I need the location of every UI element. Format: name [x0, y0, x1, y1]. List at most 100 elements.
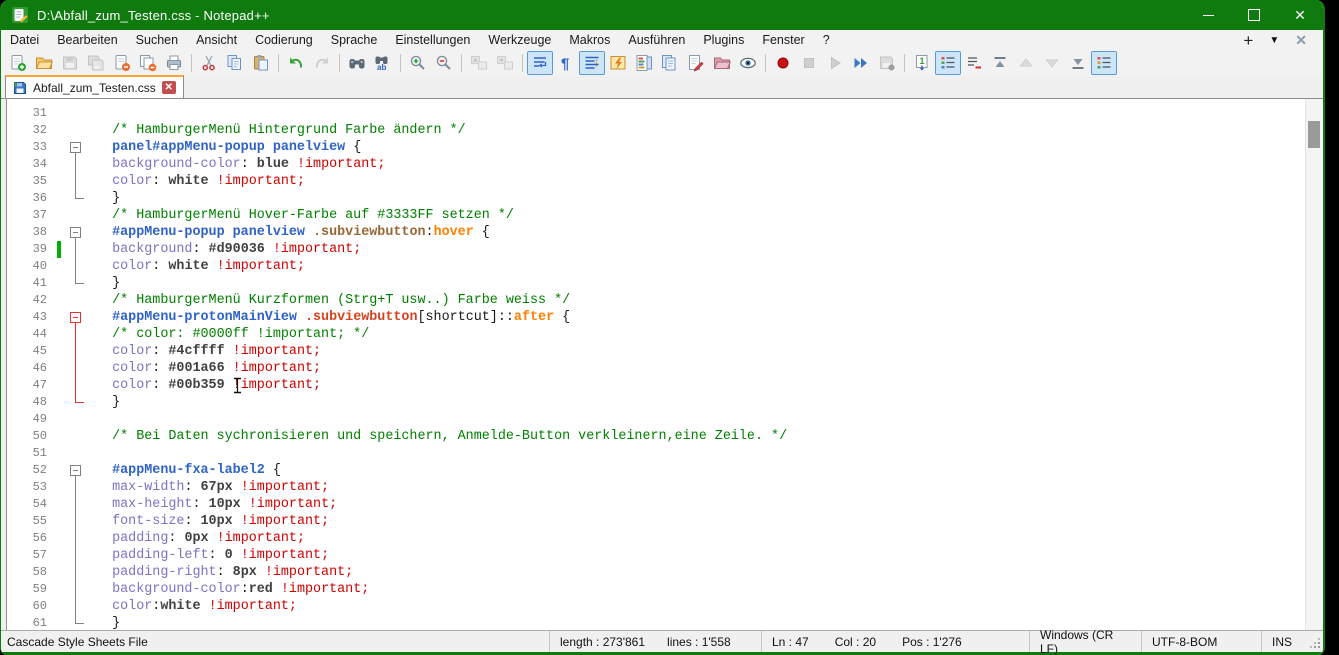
replace-button[interactable]: ab: [370, 51, 396, 75]
code-text[interactable]: max-height: 10px !important;: [88, 496, 1323, 513]
undo-button[interactable]: [283, 51, 309, 75]
code-line-40[interactable]: 40 color: white !important;: [7, 258, 1323, 275]
line-number[interactable]: 39: [7, 241, 54, 258]
code-line-31[interactable]: 31: [7, 105, 1323, 122]
code-text[interactable]: padding-right: 8px !important;: [88, 564, 1323, 581]
close-window-button[interactable]: ✕: [1277, 0, 1323, 30]
status-eol-format[interactable]: Windows (CR LF): [1029, 631, 1141, 652]
code-line-58[interactable]: 58 padding-right: 8px !important;: [7, 564, 1323, 581]
code-line-60[interactable]: 60 color:white !important;: [7, 598, 1323, 615]
code-text[interactable]: #appMenu-popup panelview .subviewbutton:…: [88, 224, 1323, 241]
line-number[interactable]: 60: [7, 598, 54, 615]
edit-page-button[interactable]: [683, 51, 709, 75]
code-line-32[interactable]: 32 /* HamburgerMenü Hintergrund Farbe än…: [7, 122, 1323, 139]
expand-all-button[interactable]: [1065, 51, 1091, 75]
code-text[interactable]: color: #00b359 !important;: [88, 377, 1323, 394]
indent-guide-button[interactable]: [579, 51, 605, 75]
zoom-in-button[interactable]: [405, 51, 431, 75]
line-number[interactable]: 35: [7, 173, 54, 190]
status-encoding[interactable]: UTF-8-BOM: [1141, 631, 1261, 652]
code-text[interactable]: }: [88, 394, 1323, 411]
code-line-61[interactable]: 61 }: [7, 615, 1323, 630]
collapse-all-button[interactable]: [987, 51, 1013, 75]
code-text[interactable]: [88, 445, 1323, 462]
line-number[interactable]: 50: [7, 428, 54, 445]
code-line-41[interactable]: 41 }: [7, 275, 1323, 292]
code-line-42[interactable]: 42 /* HamburgerMenü Kurzformen (Strg+T u…: [7, 292, 1323, 309]
line-number[interactable]: 49: [7, 411, 54, 428]
status-insert-mode[interactable]: INS: [1261, 631, 1303, 652]
code-line-34[interactable]: 34 background-color: blue !important;: [7, 156, 1323, 173]
code-text[interactable]: /* Bei Daten sychronisieren und speicher…: [88, 428, 1323, 445]
code-text[interactable]: background-color:red !important;: [88, 581, 1323, 598]
code-editor[interactable]: 3132 /* HamburgerMenü Hintergrund Farbe …: [6, 99, 1323, 630]
fold-collapse-box[interactable]: [70, 312, 81, 323]
minimize-button[interactable]: [1185, 0, 1231, 30]
code-line-49[interactable]: 49: [7, 411, 1323, 428]
line-number[interactable]: 51: [7, 445, 54, 462]
line-number[interactable]: 44: [7, 326, 54, 343]
mark-style-list-button[interactable]: [1091, 51, 1117, 75]
line-number[interactable]: 33: [7, 139, 54, 156]
line-number[interactable]: 46: [7, 360, 54, 377]
fold-collapse-box[interactable]: [70, 465, 81, 476]
line-number[interactable]: 43: [7, 309, 54, 326]
menu-ansicht[interactable]: Ansicht: [187, 31, 246, 49]
code-line-33[interactable]: 33 panel#appMenu-popup panelview {: [7, 139, 1323, 156]
code-line-39[interactable]: 39 background: #d90036 !important;: [7, 241, 1323, 258]
menu-werkzeuge[interactable]: Werkzeuge: [479, 31, 560, 49]
code-line-55[interactable]: 55 font-size: 10px !important;: [7, 513, 1323, 530]
line-number[interactable]: 45: [7, 343, 54, 360]
menu-makros[interactable]: Makros: [560, 31, 619, 49]
code-line-44[interactable]: 44 /* color: #0000ff !important; */: [7, 326, 1323, 343]
code-line-38[interactable]: 38 #appMenu-popup panelview .subviewbutt…: [7, 224, 1323, 241]
menu-datei[interactable]: Datei: [1, 31, 48, 49]
line-number[interactable]: 55: [7, 513, 54, 530]
line-number[interactable]: 37: [7, 207, 54, 224]
code-line-53[interactable]: 53 max-width: 67px !important;: [7, 479, 1323, 496]
menu-plugins[interactable]: Plugins: [694, 31, 753, 49]
fold-margin[interactable]: [66, 139, 88, 156]
line-number[interactable]: 58: [7, 564, 54, 581]
menu-einstellungen[interactable]: Einstellungen: [386, 31, 479, 49]
menu-fenster[interactable]: Fenster: [753, 31, 813, 49]
line-number[interactable]: 41: [7, 275, 54, 292]
folder-as-workspace-button[interactable]: [709, 51, 735, 75]
menu-ausfhren[interactable]: Ausführen: [619, 31, 694, 49]
code-text[interactable]: color: #4cffff !important;: [88, 343, 1323, 360]
mark-list-button[interactable]: [935, 51, 961, 75]
code-text[interactable]: padding-left: 0 !important;: [88, 547, 1323, 564]
menu-bearbeiten[interactable]: Bearbeiten: [48, 31, 126, 49]
line-number[interactable]: 32: [7, 122, 54, 139]
code-text[interactable]: padding: 0px !important;: [88, 530, 1323, 547]
code-line-47[interactable]: 47 color: #00b359 !important;: [7, 377, 1323, 394]
scrollbar-thumb[interactable]: [1308, 121, 1320, 148]
new-tab-icon[interactable]: +: [1243, 32, 1253, 49]
menu-?[interactable]: ?: [814, 31, 839, 49]
fold-margin[interactable]: [66, 462, 88, 479]
code-text[interactable]: background: #d90036 !important;: [88, 241, 1323, 258]
code-line-56[interactable]: 56 padding: 0px !important;: [7, 530, 1323, 547]
macro-run-multiple-button[interactable]: [848, 51, 874, 75]
goto-first-mark-button[interactable]: 1: [909, 51, 935, 75]
line-number[interactable]: 36: [7, 190, 54, 207]
close-tab-icon[interactable]: ✕: [1295, 32, 1307, 49]
maximize-button[interactable]: [1231, 0, 1277, 30]
code-line-37[interactable]: 37 /* HamburgerMenü Hover-Farbe auf #333…: [7, 207, 1323, 224]
code-text[interactable]: /* color: #0000ff !important; */: [88, 326, 1323, 343]
code-text[interactable]: #appMenu-protonMainView .subviewbutton[s…: [88, 309, 1323, 326]
menu-suchen[interactable]: Suchen: [127, 31, 187, 49]
show-all-characters-button[interactable]: ¶: [553, 51, 579, 75]
code-line-52[interactable]: 52 #appMenu-fxa-label2 {: [7, 462, 1323, 479]
line-number[interactable]: 57: [7, 547, 54, 564]
menu-sprache[interactable]: Sprache: [322, 31, 387, 49]
code-line-45[interactable]: 45 color: #4cffff !important;: [7, 343, 1323, 360]
resize-grip[interactable]: [1303, 631, 1323, 652]
zoom-out-button[interactable]: [431, 51, 457, 75]
function-list-button[interactable]: [605, 51, 631, 75]
tab-abfall-zum-testen[interactable]: Abfall_zum_Testen.css ✕: [5, 75, 184, 98]
code-text[interactable]: /* HamburgerMenü Kurzformen (Strg+T usw.…: [88, 292, 1323, 309]
line-number[interactable]: 54: [7, 496, 54, 513]
document-map-button[interactable]: [631, 51, 657, 75]
line-number[interactable]: 52: [7, 462, 54, 479]
